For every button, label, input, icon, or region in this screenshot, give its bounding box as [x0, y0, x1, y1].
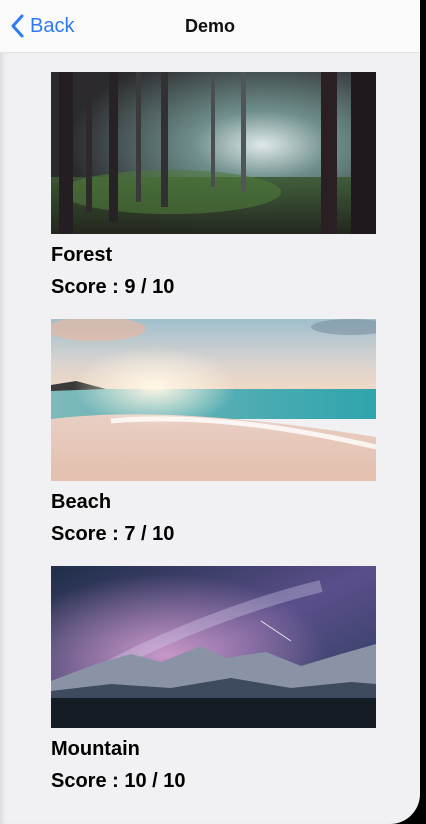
item-title: Mountain — [51, 738, 140, 760]
beach-image — [51, 319, 376, 481]
item-score: Score : 10 / 10 — [51, 770, 186, 792]
app-screen: Back Demo Forest Score: 9 / 10 Beach Sc… — [0, 0, 420, 824]
navigation-bar: Back Demo — [0, 0, 420, 53]
item-title: Forest — [51, 244, 113, 266]
list-item[interactable]: Mountain Score : 10 / 10 — [51, 566, 376, 794]
item-title: Beach — [51, 491, 112, 513]
forest-image — [51, 72, 376, 234]
list-item[interactable]: Beach Score : 7 / 10 — [51, 319, 376, 547]
page-title: Demo — [184, 16, 235, 36]
mountain-image — [51, 566, 376, 728]
list-item[interactable]: Forest Score : 9 / 10 — [51, 72, 376, 300]
item-score: Score : 7 / 10 — [51, 523, 175, 545]
item-score: Score : 9 / 10 — [51, 276, 175, 298]
